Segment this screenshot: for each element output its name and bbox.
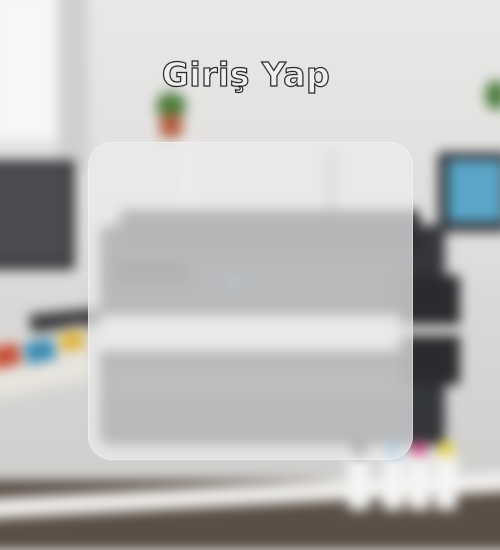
background-plant-pot <box>160 115 182 137</box>
background-ink-bottle <box>435 450 457 510</box>
background-monitor-left-screen <box>0 168 66 260</box>
background-ink-bottle <box>408 450 430 510</box>
background-ink-cap <box>439 442 453 456</box>
login-panel <box>88 142 413 460</box>
background-monitor-right-screen <box>448 160 500 222</box>
login-screen: Giriş Yap <box>0 0 500 550</box>
login-title: Giriş Yap <box>161 54 331 94</box>
background-ink-cap <box>412 442 426 456</box>
